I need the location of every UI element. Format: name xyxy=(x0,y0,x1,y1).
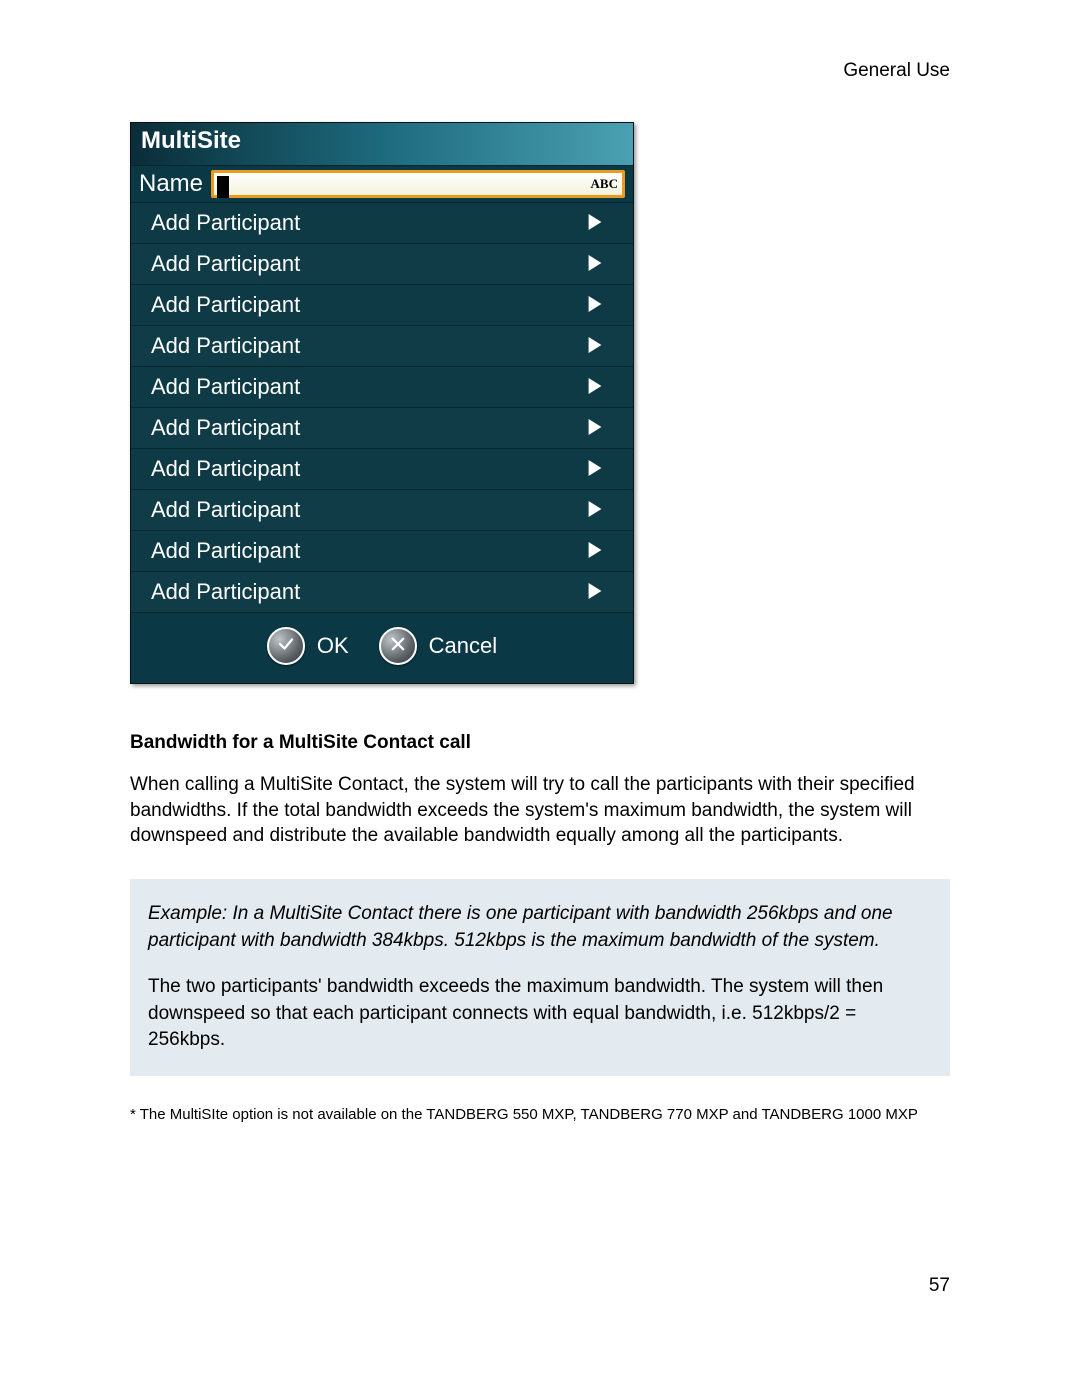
add-participant-item[interactable]: Add Participant xyxy=(131,367,633,408)
check-icon xyxy=(277,635,295,658)
list-item-label: Add Participant xyxy=(151,333,300,359)
chevron-right-icon xyxy=(587,210,603,236)
participant-list: Add Participant Add Participant Add Part… xyxy=(131,203,633,613)
list-item-label: Add Participant xyxy=(151,210,300,236)
chevron-right-icon xyxy=(587,374,603,400)
page-number: 57 xyxy=(929,1275,950,1297)
chevron-right-icon xyxy=(587,251,603,277)
input-mode-indicator: ABC xyxy=(591,176,618,192)
section-header: General Use xyxy=(130,60,950,82)
chevron-right-icon xyxy=(587,292,603,318)
text-cursor xyxy=(217,176,229,198)
chevron-right-icon xyxy=(587,333,603,359)
chevron-right-icon xyxy=(587,497,603,523)
chevron-right-icon xyxy=(587,538,603,564)
add-participant-item[interactable]: Add Participant xyxy=(131,572,633,613)
list-item-label: Add Participant xyxy=(151,292,300,318)
multisite-panel: MultiSite Name ABC Add Participant Add P… xyxy=(130,122,634,684)
chevron-right-icon xyxy=(587,579,603,605)
example-intro: Example: In a MultiSite Contact there is… xyxy=(148,901,932,954)
panel-title: MultiSite xyxy=(131,123,633,166)
list-item-label: Add Participant xyxy=(151,251,300,277)
chevron-right-icon xyxy=(587,415,603,441)
list-item-label: Add Participant xyxy=(151,497,300,523)
list-item-label: Add Participant xyxy=(151,415,300,441)
cancel-button[interactable] xyxy=(379,627,417,665)
name-input[interactable]: ABC xyxy=(211,170,625,198)
close-icon xyxy=(389,635,407,658)
add-participant-item[interactable]: Add Participant xyxy=(131,408,633,449)
list-item-label: Add Participant xyxy=(151,456,300,482)
list-item-label: Add Participant xyxy=(151,538,300,564)
name-label: Name xyxy=(139,170,203,198)
section-heading: Bandwidth for a MultiSite Contact call xyxy=(130,732,950,754)
list-item-label: Add Participant xyxy=(151,579,300,605)
list-item-label: Add Participant xyxy=(151,374,300,400)
body-paragraph: When calling a MultiSite Contact, the sy… xyxy=(130,772,950,849)
example-box: Example: In a MultiSite Contact there is… xyxy=(130,879,950,1076)
add-participant-item[interactable]: Add Participant xyxy=(131,326,633,367)
ok-button[interactable] xyxy=(267,627,305,665)
footnote: * The MultiSIte option is not available … xyxy=(130,1106,950,1123)
cancel-label: Cancel xyxy=(429,633,497,659)
add-participant-item[interactable]: Add Participant xyxy=(131,490,633,531)
add-participant-item[interactable]: Add Participant xyxy=(131,203,633,244)
add-participant-item[interactable]: Add Participant xyxy=(131,531,633,572)
add-participant-item[interactable]: Add Participant xyxy=(131,244,633,285)
chevron-right-icon xyxy=(587,456,603,482)
name-row: Name ABC xyxy=(131,166,633,203)
add-participant-item[interactable]: Add Participant xyxy=(131,285,633,326)
example-body: The two participants' bandwidth exceeds … xyxy=(148,974,932,1054)
ok-label: OK xyxy=(317,633,349,659)
button-row: OK Cancel xyxy=(131,613,633,683)
add-participant-item[interactable]: Add Participant xyxy=(131,449,633,490)
